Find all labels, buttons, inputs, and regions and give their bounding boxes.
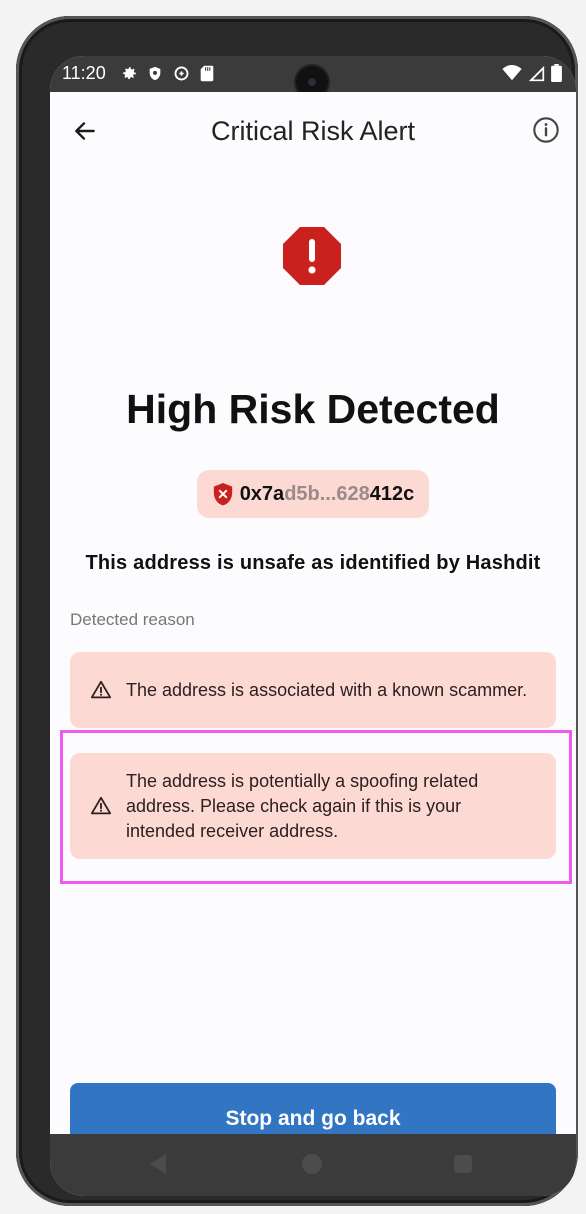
info-icon xyxy=(533,117,559,143)
status-right-icons xyxy=(502,64,562,87)
address-suffix: 412c xyxy=(369,482,415,505)
top-app-bar: Critical Risk Alert xyxy=(50,92,576,168)
status-left-icons xyxy=(120,64,216,82)
stop-octagon-icon xyxy=(283,227,341,285)
screen: 11:20 Critical Risk Alert High Risk Dete… xyxy=(50,56,576,1196)
data-saver-icon xyxy=(172,64,190,82)
gear-icon xyxy=(120,64,138,82)
reason-text: The address is associated with a known s… xyxy=(126,679,528,700)
reasons-label: Detected reason xyxy=(70,610,195,629)
phone-frame: 11:20 Critical Risk Alert High Risk Dete… xyxy=(16,16,578,1206)
reason-card: The address is associated with a known s… xyxy=(70,652,556,728)
info-button[interactable] xyxy=(530,114,562,146)
battery-icon xyxy=(551,64,562,87)
system-nav-bar xyxy=(50,1134,576,1196)
status-bar: 11:20 xyxy=(50,56,576,98)
nav-home-icon[interactable] xyxy=(302,1154,322,1174)
address-prefix: 0x7a xyxy=(239,482,285,505)
address-text: 0x7ad5b...628412c xyxy=(240,483,415,506)
shield-x-icon xyxy=(213,483,232,506)
risk-headline: High Risk Detected xyxy=(126,386,500,432)
page-title: Critical Risk Alert xyxy=(210,116,416,146)
unsafe-message: This address is unsafe as identified by … xyxy=(85,552,541,574)
app-content: Critical Risk Alert High Risk Detected 0… xyxy=(50,92,576,1155)
warning-icon xyxy=(90,680,112,699)
reason-text: The address is potentially a spoofing re… xyxy=(126,770,479,841)
sd-card-icon xyxy=(198,64,216,82)
address-middle: d5b...628 xyxy=(284,482,370,505)
wifi-icon xyxy=(502,65,522,86)
signal-icon xyxy=(528,65,545,87)
warning-icon xyxy=(90,796,112,815)
nav-recents-icon[interactable] xyxy=(454,1155,472,1173)
nav-back-icon[interactable] xyxy=(150,1154,166,1174)
shield-icon xyxy=(146,64,164,82)
status-time: 11:20 xyxy=(62,63,106,83)
address-chip: 0x7ad5b...628412c xyxy=(197,470,429,518)
reason-card: The address is potentially a spoofing re… xyxy=(70,753,556,859)
